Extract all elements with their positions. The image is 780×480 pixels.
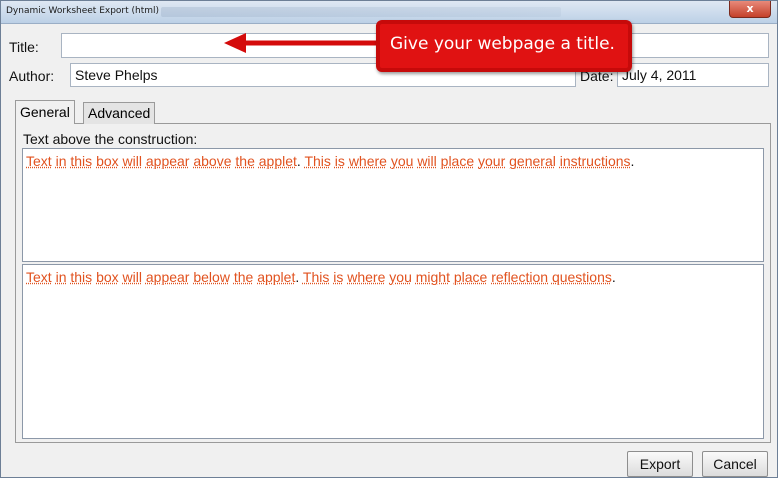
background-menu-ghost	[161, 7, 561, 17]
arrow-left-icon	[224, 33, 380, 53]
text-below-content: Text in this box will appear below the a…	[26, 269, 616, 285]
annotation-text: Give your webpage a title.	[390, 34, 615, 54]
general-tab-panel: Text above the construction: Text in thi…	[15, 123, 771, 443]
window-title: Dynamic Worksheet Export (html)	[6, 6, 160, 16]
close-icon: x	[746, 2, 754, 15]
text-above-textarea[interactable]: Text in this box will appear above the a…	[22, 148, 764, 262]
tab-advanced[interactable]: Advanced	[83, 102, 156, 124]
text-below-textarea[interactable]: Text in this box will appear below the a…	[22, 264, 764, 439]
text-above-content: Text in this box will appear above the a…	[26, 153, 635, 169]
author-label: Author:	[9, 68, 55, 84]
tab-general[interactable]: General	[15, 100, 75, 124]
above-construction-label: Text above the construction:	[23, 131, 198, 147]
close-button[interactable]: x	[729, 1, 771, 18]
cancel-button[interactable]: Cancel	[702, 451, 768, 477]
export-button[interactable]: Export	[627, 451, 693, 477]
date-input[interactable]: July 4, 2011	[617, 63, 769, 87]
annotation-callout: Give your webpage a title.	[376, 20, 632, 72]
title-label: Title:	[9, 39, 39, 55]
